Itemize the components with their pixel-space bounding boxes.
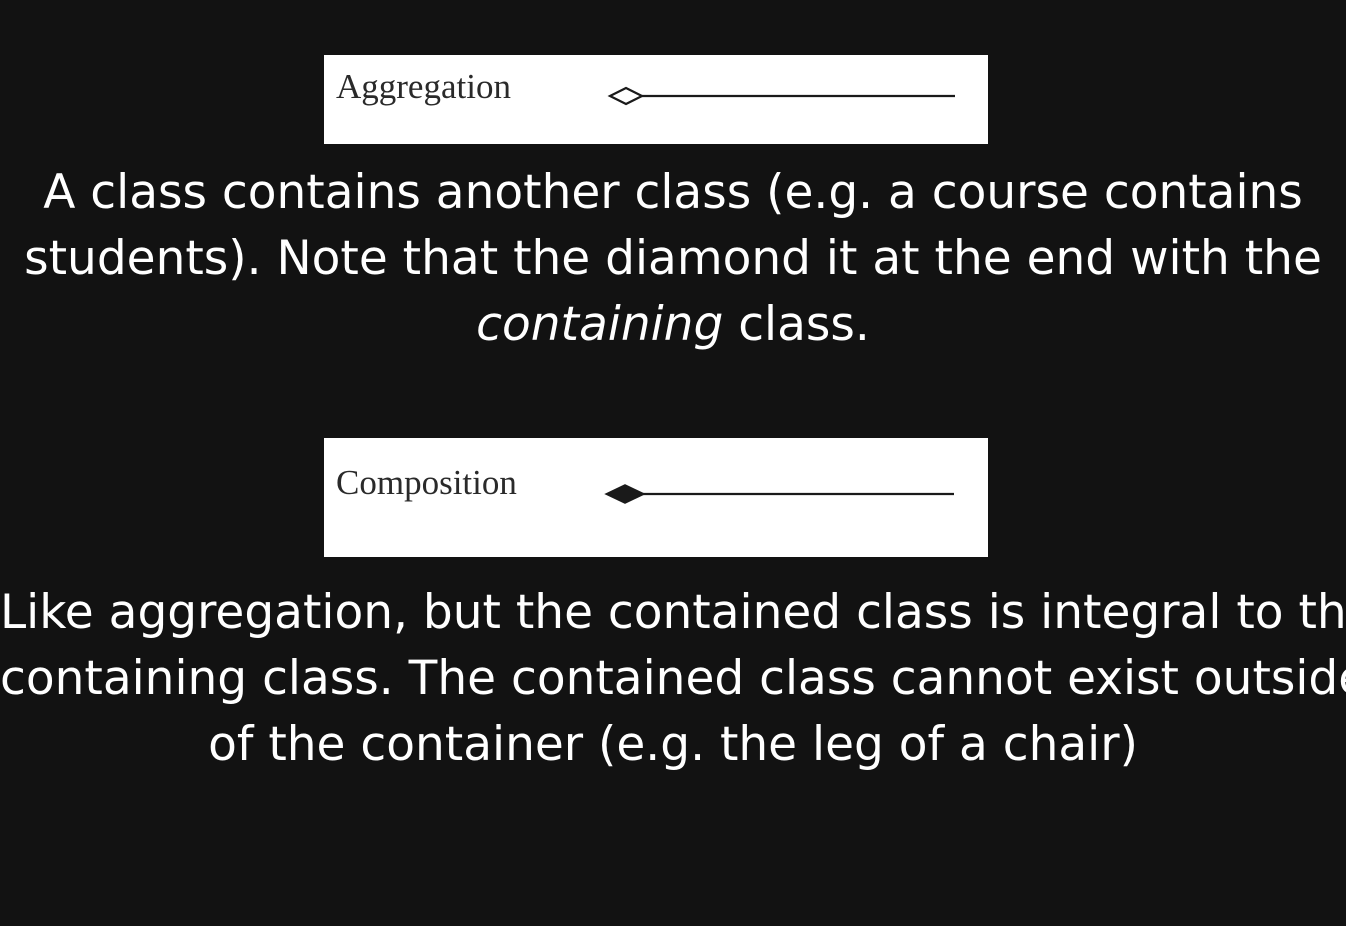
hollow-diamond-icon (607, 86, 645, 106)
composition-legend-box: Composition (324, 438, 988, 557)
composition-description-line-1: Like aggregation, but the contained clas… (0, 585, 1346, 640)
filled-diamond-icon (604, 484, 646, 504)
aggregation-description-line-3-rest: class. (723, 297, 870, 352)
aggregation-legend-box: Aggregation (324, 55, 988, 144)
composition-description-line-2: containing class. The contained class ca… (0, 651, 1346, 706)
aggregation-description-line-3: containing class. (0, 292, 1346, 358)
aggregation-description: A class contains another class (e.g. a c… (0, 160, 1346, 358)
aggregation-description-line-1: A class contains another class (e.g. a c… (43, 165, 1303, 220)
aggregation-connector (607, 86, 955, 106)
aggregation-description-line-2: students). Note that the diamond it at t… (24, 231, 1322, 286)
composition-connector (604, 484, 954, 504)
composition-description-line-3: of the container (e.g. the leg of a chai… (208, 717, 1138, 772)
containing-emphasis: containing (476, 297, 724, 352)
composition-description: Like aggregation, but the contained clas… (0, 580, 1346, 778)
